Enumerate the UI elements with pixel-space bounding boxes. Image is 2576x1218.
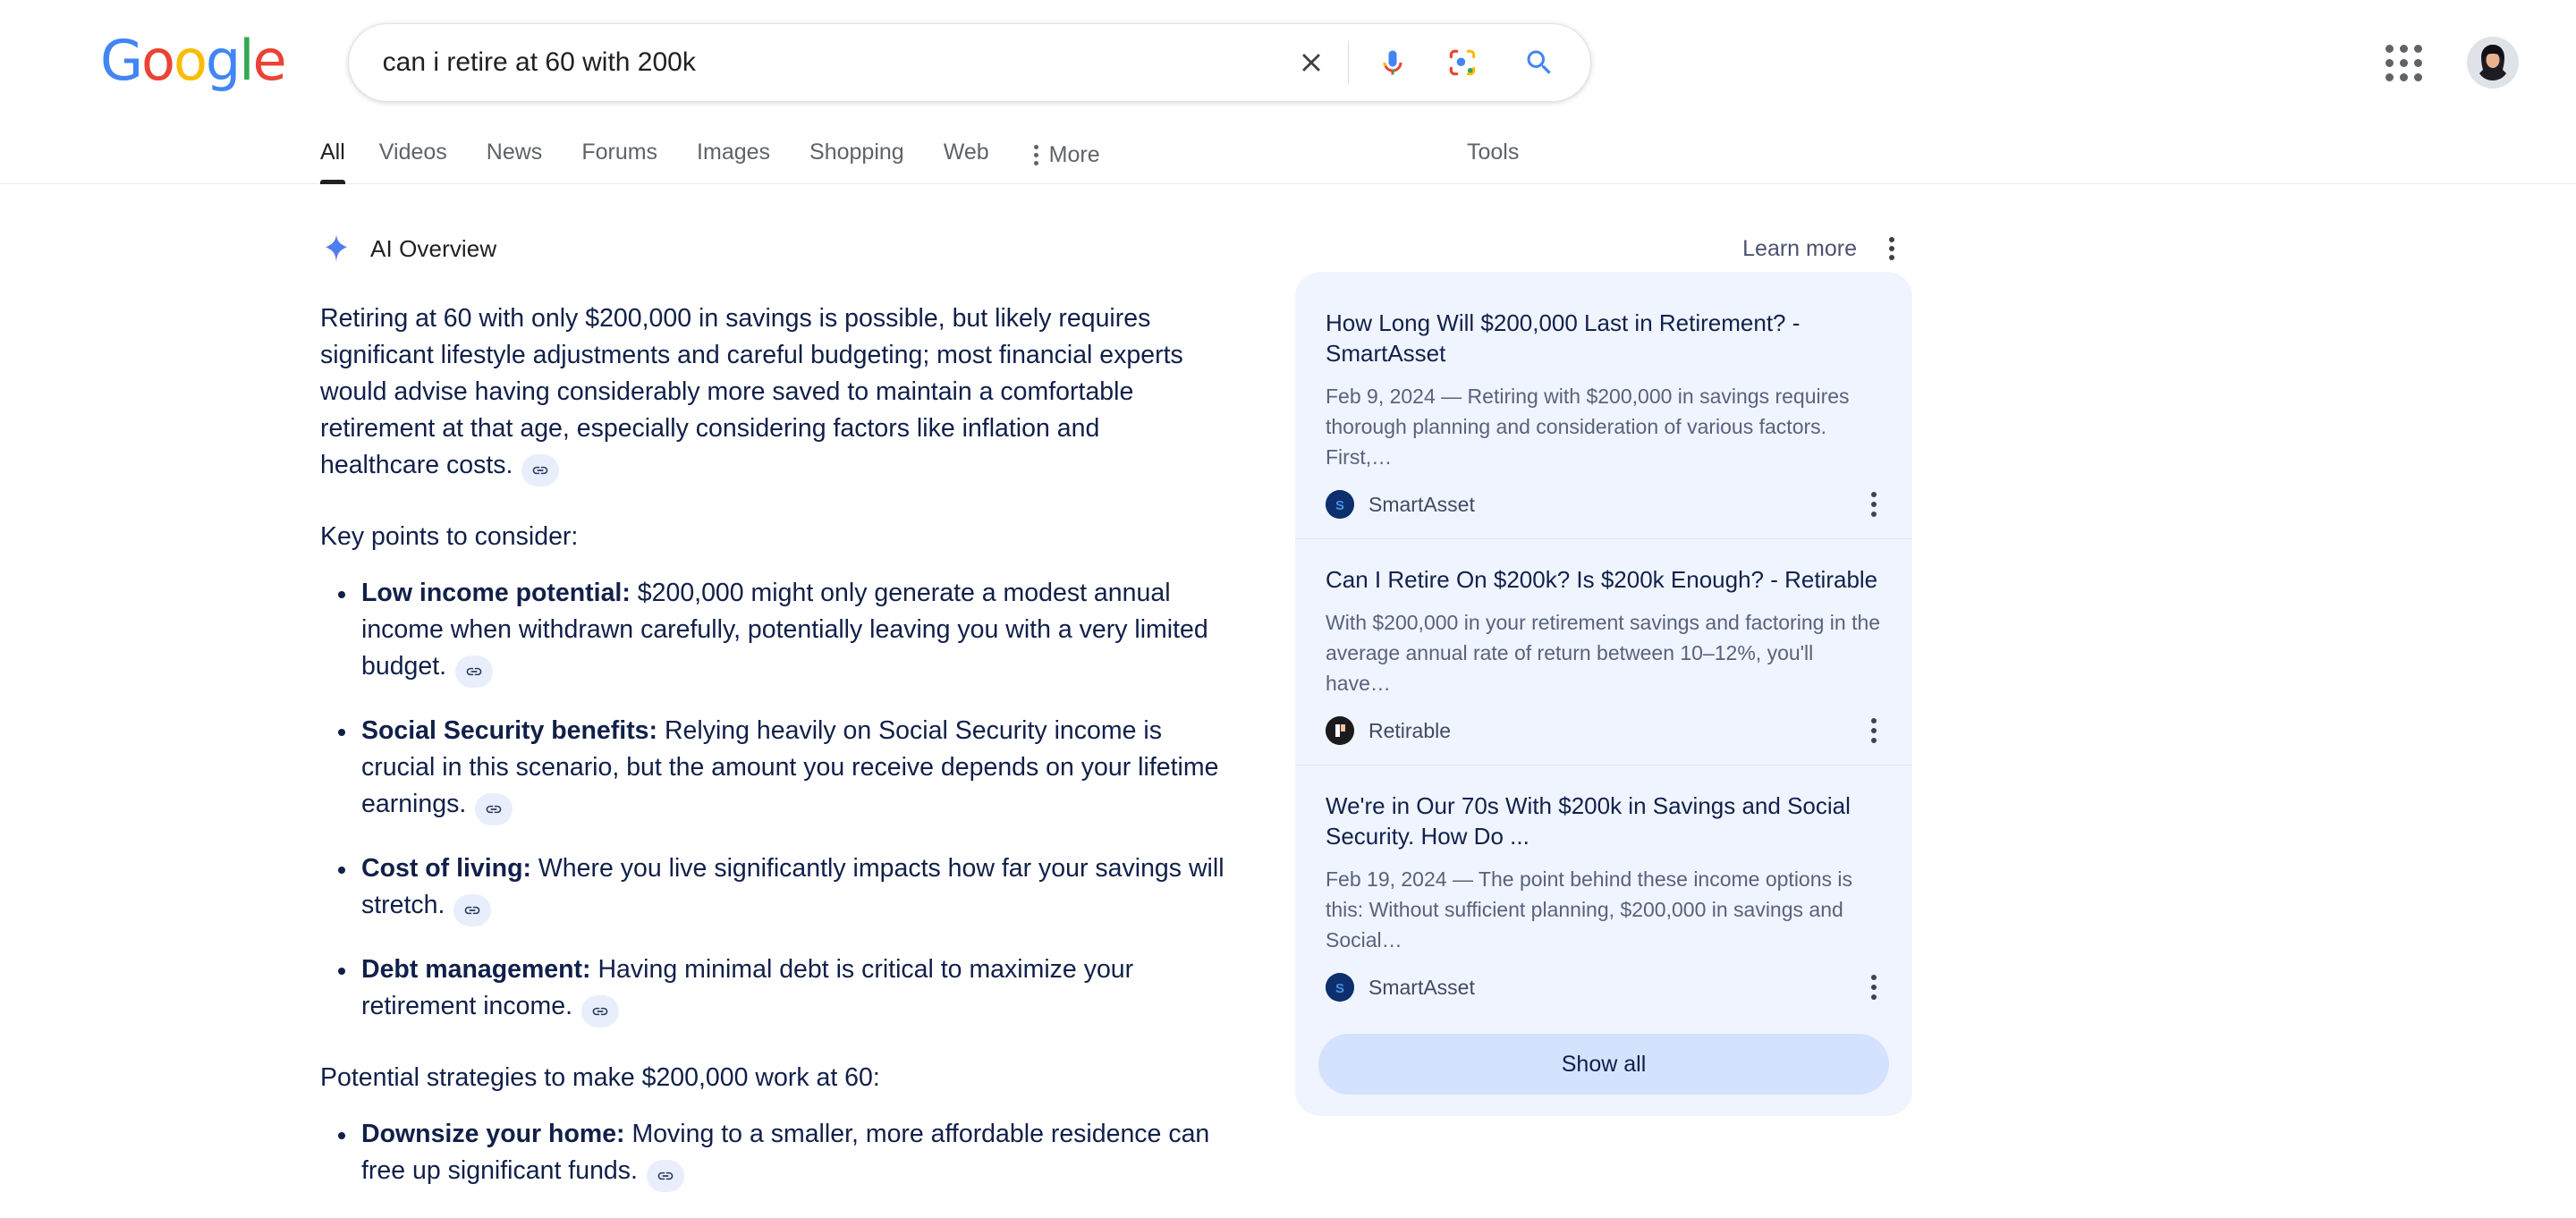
svg-text:S: S [1335,981,1344,996]
tab-news[interactable]: News [467,125,563,184]
logo-letter-o2: o [173,28,208,93]
list-item: Downsize your home: Moving to a smaller,… [326,1116,1229,1192]
logo-letter-o1: o [141,28,175,93]
header-actions [2373,0,2519,125]
close-icon[interactable] [1284,35,1339,90]
tab-images-label: Images [697,140,771,165]
page-header: Google [0,0,2576,125]
smartasset-favicon-icon: S [1326,973,1354,1002]
strategy-term: Downsize your home: [361,1120,625,1148]
strategies-list: Downsize your home: Moving to a smaller,… [326,1116,1233,1218]
tab-all[interactable]: All [320,125,360,184]
key-point-term: Social Security benefits: [361,716,658,745]
search-icon[interactable] [1512,35,1567,90]
sparkle-icon [320,233,352,265]
source-menu-icon[interactable] [1866,969,1882,1005]
tab-videos[interactable]: Videos [360,125,467,184]
microphone-icon[interactable] [1365,35,1420,90]
overflow-menu-icon [1033,144,1038,165]
list-item: Cost of living: Where you live significa… [326,850,1229,926]
citation-link-icon[interactable] [455,656,494,688]
avatar[interactable] [2467,37,2519,89]
tools-label: Tools [1467,140,1520,165]
source-footer: S SmartAsset [1326,969,1882,1005]
citation-link-icon[interactable] [646,1160,684,1192]
tab-shopping[interactable]: Shopping [790,125,924,184]
tab-images[interactable]: Images [677,125,790,184]
source-snippet: Feb 19, 2024 — The point behind these in… [1326,867,1853,952]
key-point-term: Low income potential: [361,579,631,607]
citation-link-icon[interactable] [475,793,513,825]
citation-link-icon[interactable] [581,995,620,1028]
logo-letter-g1: G [100,28,143,93]
main-content: AI Overview Learn more Retiring at 60 wi… [0,184,2576,1218]
tab-shopping-label: Shopping [809,140,904,165]
ai-overview-body: Retiring at 60 with only $200,000 in sav… [320,300,1233,1218]
svg-text:S: S [1335,498,1344,513]
tab-more[interactable]: More [1009,125,1120,184]
source-title: Can I Retire On $200k? Is $200k Enough? … [1326,566,1878,593]
tab-videos-label: Videos [378,140,447,165]
strategies-heading: Potential strategies to make $200,000 wo… [320,1063,880,1092]
citation-link-icon[interactable] [453,894,492,926]
tools-button[interactable]: Tools [1467,125,1519,184]
source-footer: S SmartAsset [1326,486,1882,522]
ai-overview-header: AI Overview Learn more [320,224,1894,274]
source-site-name: SmartAsset [1368,975,1475,999]
source-site-name: SmartAsset [1368,492,1475,516]
ai-overview-menu-icon[interactable] [1889,237,1894,260]
tab-forums[interactable]: Forums [562,125,677,184]
key-point-term: Debt management: [361,955,591,984]
search-input[interactable] [382,47,1284,78]
learn-more-link[interactable]: Learn more [1742,236,1857,262]
logo-letter-e: e [252,28,287,93]
sources-column: How Long Will $200,000 Last in Retiremen… [1295,224,1912,1218]
source-title: We're in Our 70s With $200k in Savings a… [1326,792,1851,850]
ai-overview-section: AI Overview Learn more Retiring at 60 wi… [320,224,1894,1218]
tab-web-label: Web [943,140,989,165]
ai-overview-header-actions: Learn more [1742,236,1894,262]
key-point-term: Cost of living: [361,854,531,883]
source-menu-icon[interactable] [1866,713,1882,749]
tab-list: All Videos News Forums Images Shopping W… [320,125,1120,184]
logo-letter-l: l [239,28,254,93]
google-logo[interactable]: Google [100,33,287,89]
search-divider [1347,41,1349,84]
source-site-name: Retirable [1368,718,1452,742]
key-points-list: Low income potential: $200,000 might onl… [326,575,1233,1028]
logo-letter-g2: g [205,28,241,93]
tab-all-label: All [320,140,345,165]
google-apps-icon[interactable] [2373,32,2435,94]
list-item: Low income potential: $200,000 might onl… [326,575,1229,688]
list-item: Debt management: Having minimal debt is … [326,952,1229,1028]
tab-news-label: News [486,140,543,165]
source-snippet: Feb 9, 2024 — Retiring with $200,000 in … [1326,385,1850,469]
source-card[interactable]: Can I Retire On $200k? Is $200k Enough? … [1295,538,1912,765]
search-bar[interactable] [347,23,1591,102]
show-all-button[interactable]: Show all [1318,1034,1889,1095]
source-snippet: With $200,000 in your retirement savings… [1326,611,1881,695]
ai-summary-paragraph: Retiring at 60 with only $200,000 in sav… [320,300,1215,486]
retirable-favicon-icon [1326,716,1354,745]
search-nav-tabs: All Videos News Forums Images Shopping W… [0,125,2576,184]
tab-web[interactable]: Web [924,125,1009,184]
source-card[interactable]: How Long Will $200,000 Last in Retiremen… [1295,283,1912,538]
list-item: Social Security benefits: Relying heavil… [326,713,1229,825]
ai-summary-text: Retiring at 60 with only $200,000 in sav… [320,304,1183,479]
source-footer: Retirable [1326,713,1882,749]
source-card[interactable]: We're in Our 70s With $200k in Savings a… [1295,765,1912,1021]
smartasset-favicon-icon: S [1326,490,1354,519]
source-title: How Long Will $200,000 Last in Retiremen… [1326,309,1801,367]
tab-forums-label: Forums [581,140,658,165]
key-points-heading: Key points to consider: [320,522,579,551]
citation-link-icon[interactable] [521,454,560,486]
sources-panel: How Long Will $200,000 Last in Retiremen… [1295,272,1912,1116]
source-menu-icon[interactable] [1866,486,1882,522]
google-lens-icon[interactable] [1435,35,1490,90]
tab-more-label: More [1048,142,1100,167]
ai-overview-title: AI Overview [370,234,497,262]
